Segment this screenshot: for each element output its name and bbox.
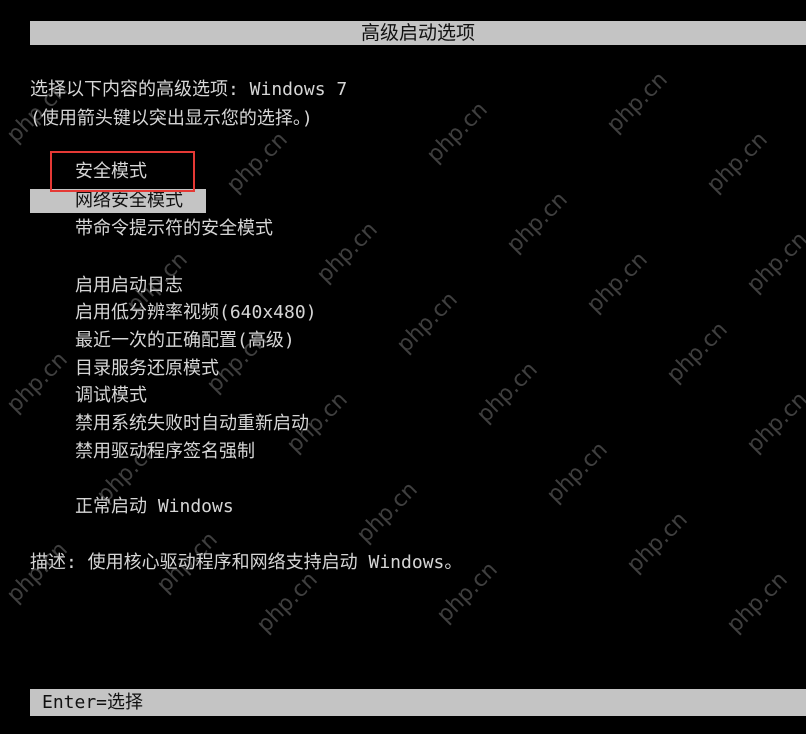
menu-item-start-normally[interactable]: 正常启动 Windows	[75, 495, 234, 519]
watermark-logo: php.cn	[602, 67, 673, 138]
watermark-logo: php.cn	[502, 187, 573, 258]
watermark-logo: php.cn	[422, 97, 493, 168]
watermark-logo: php.cn	[582, 247, 653, 318]
watermark-logo: php.cn	[252, 567, 323, 638]
menu-item-last-known-good[interactable]: 最近一次的正确配置(高级)	[75, 329, 295, 353]
title-bar: 高级启动选项	[30, 21, 806, 45]
watermark-logo: php.cn	[722, 567, 793, 638]
annotation-highlight-box	[50, 151, 195, 192]
watermark-logo: php.cn	[742, 227, 806, 298]
watermark-logo: php.cn	[702, 127, 773, 198]
watermark-logo: php.cn	[392, 287, 463, 358]
menu-item-boot-logging[interactable]: 启用启动日志	[75, 274, 183, 298]
status-bar: Enter=选择	[30, 689, 806, 716]
menu-item-directory-services-restore[interactable]: 目录服务还原模式	[75, 357, 219, 381]
watermark-logo: php.cn	[352, 477, 423, 548]
menu-item-disable-driver-signature[interactable]: 禁用驱动程序签名强制	[75, 440, 255, 464]
page-title: 高级启动选项	[360, 22, 475, 44]
watermark-logo: php.cn	[662, 317, 733, 388]
watermark-logo: php.cn	[472, 357, 543, 428]
menu-item-debugging-mode[interactable]: 调试模式	[75, 384, 147, 408]
menu-item-disable-auto-restart[interactable]: 禁用系统失败时自动重新启动	[75, 412, 309, 436]
watermark-logo: php.cn	[2, 347, 73, 418]
option-description: 描述: 使用核心驱动程序和网络支持启动 Windows。	[30, 552, 463, 573]
menu-item-safe-mode-networking[interactable]: 网络安全模式	[30, 189, 206, 213]
watermark-logo: php.cn	[742, 387, 806, 458]
status-bar-hint: Enter=选择	[42, 692, 144, 713]
watermark-logo: php.cn	[542, 437, 613, 508]
menu-item-low-res-video[interactable]: 启用低分辨率视频(640x480)	[75, 301, 317, 325]
menu-item-safe-mode-command-prompt[interactable]: 带命令提示符的安全模式	[75, 217, 273, 241]
prompt-os-line: 选择以下内容的高级选项: Windows 7	[30, 79, 348, 100]
prompt-instructions: (使用箭头键以突出显示您的选择。)	[30, 108, 313, 129]
watermark-logo: php.cn	[222, 127, 293, 198]
watermark-logo: php.cn	[312, 217, 383, 288]
watermark-logo: php.cn	[622, 507, 693, 578]
